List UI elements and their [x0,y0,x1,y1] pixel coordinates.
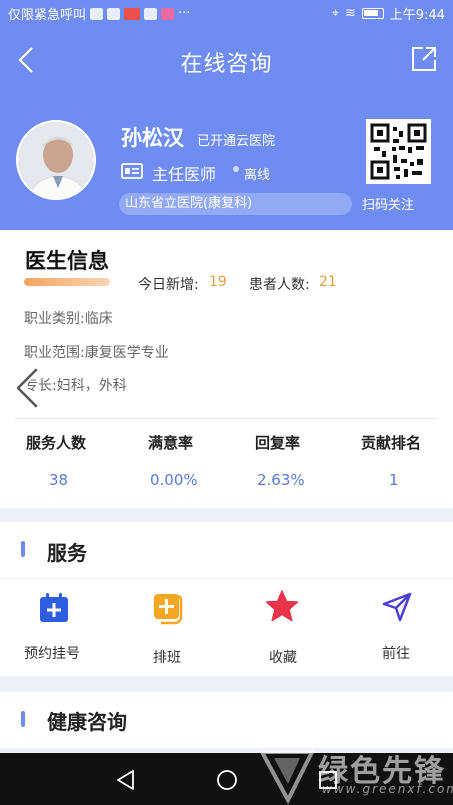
stat-label-reply-rate: 回复率 [255,434,301,452]
page-title: 在线咨询 [180,52,273,77]
wifi-icon: ≋ [344,6,356,21]
calendar-plus-icon [40,593,68,622]
title-bar: 在线咨询 [0,36,453,86]
schedule-plus-icon [154,594,183,625]
doctor-title: 主任医师 [152,165,217,184]
app-icon [144,7,158,20]
nav-home-icon[interactable] [215,768,239,792]
navigation-icon [382,592,412,622]
notification-icon [90,7,104,20]
app-icon [161,7,175,20]
service-label: 排班 [153,650,181,666]
stat-label-rank: 贡献排名 [361,434,422,452]
section-marker [21,541,25,557]
patients-label: 患者人数: [249,277,310,293]
service-label: 预约挂号 [24,646,80,662]
patients-value: 21 [319,274,337,290]
doctor-name: 孙松汉 [121,126,184,150]
hospital-badge: 山东省立医院(康复科) [119,193,352,215]
carrier-text: 仅限紧急呼叫 [8,8,87,23]
star-icon [265,590,299,622]
floating-back-icon[interactable] [10,366,44,410]
practice-scope: 职业范围:康复医学专业 [24,345,169,361]
practice-category: 职业类别:临床 [24,311,113,327]
online-status-dot [233,166,239,172]
service-label: 收藏 [269,650,297,666]
qr-code[interactable] [366,119,431,184]
battery-icon [361,8,384,19]
divider [15,418,437,419]
online-status: 离线 [244,168,271,183]
nav-back-icon[interactable] [114,768,138,792]
section-marker [21,711,25,727]
location-icon: ⌖ [331,6,339,21]
today-new-label: 今日新增: [138,277,199,293]
status-bar: 仅限紧急呼叫 ··· ⌖ ≋ 上午9:44 [0,0,453,26]
more-notifications: ··· [178,6,191,21]
section-title-doctor-info: 医生信息 [25,249,109,273]
qr-label: 扫码关注 [362,198,415,213]
stat-value-reply-rate: 2.63% [257,471,305,489]
stat-value-satisfaction: 0.00% [150,471,198,489]
stat-value-rank: 1 [389,471,399,489]
clock: 上午9:44 [389,8,445,23]
service-label: 前往 [382,646,410,662]
id-card-icon [121,163,143,179]
title-underline [24,278,110,286]
watermark-url: www.greenxf.com [322,782,453,796]
cloud-icon [107,7,121,20]
stat-label-served: 服务人数 [26,434,87,452]
section-title-services: 服务 [47,541,87,565]
share-icon[interactable] [409,44,439,74]
cloud-hospital-status: 已开通云医院 [197,134,276,149]
stat-value-served: 38 [49,471,69,489]
today-new-value: 19 [209,274,227,290]
stat-label-satisfaction: 满意率 [148,434,194,452]
section-title-health-consult: 健康咨询 [47,710,127,734]
news-app-icon [124,7,141,20]
doctor-avatar [16,120,96,200]
